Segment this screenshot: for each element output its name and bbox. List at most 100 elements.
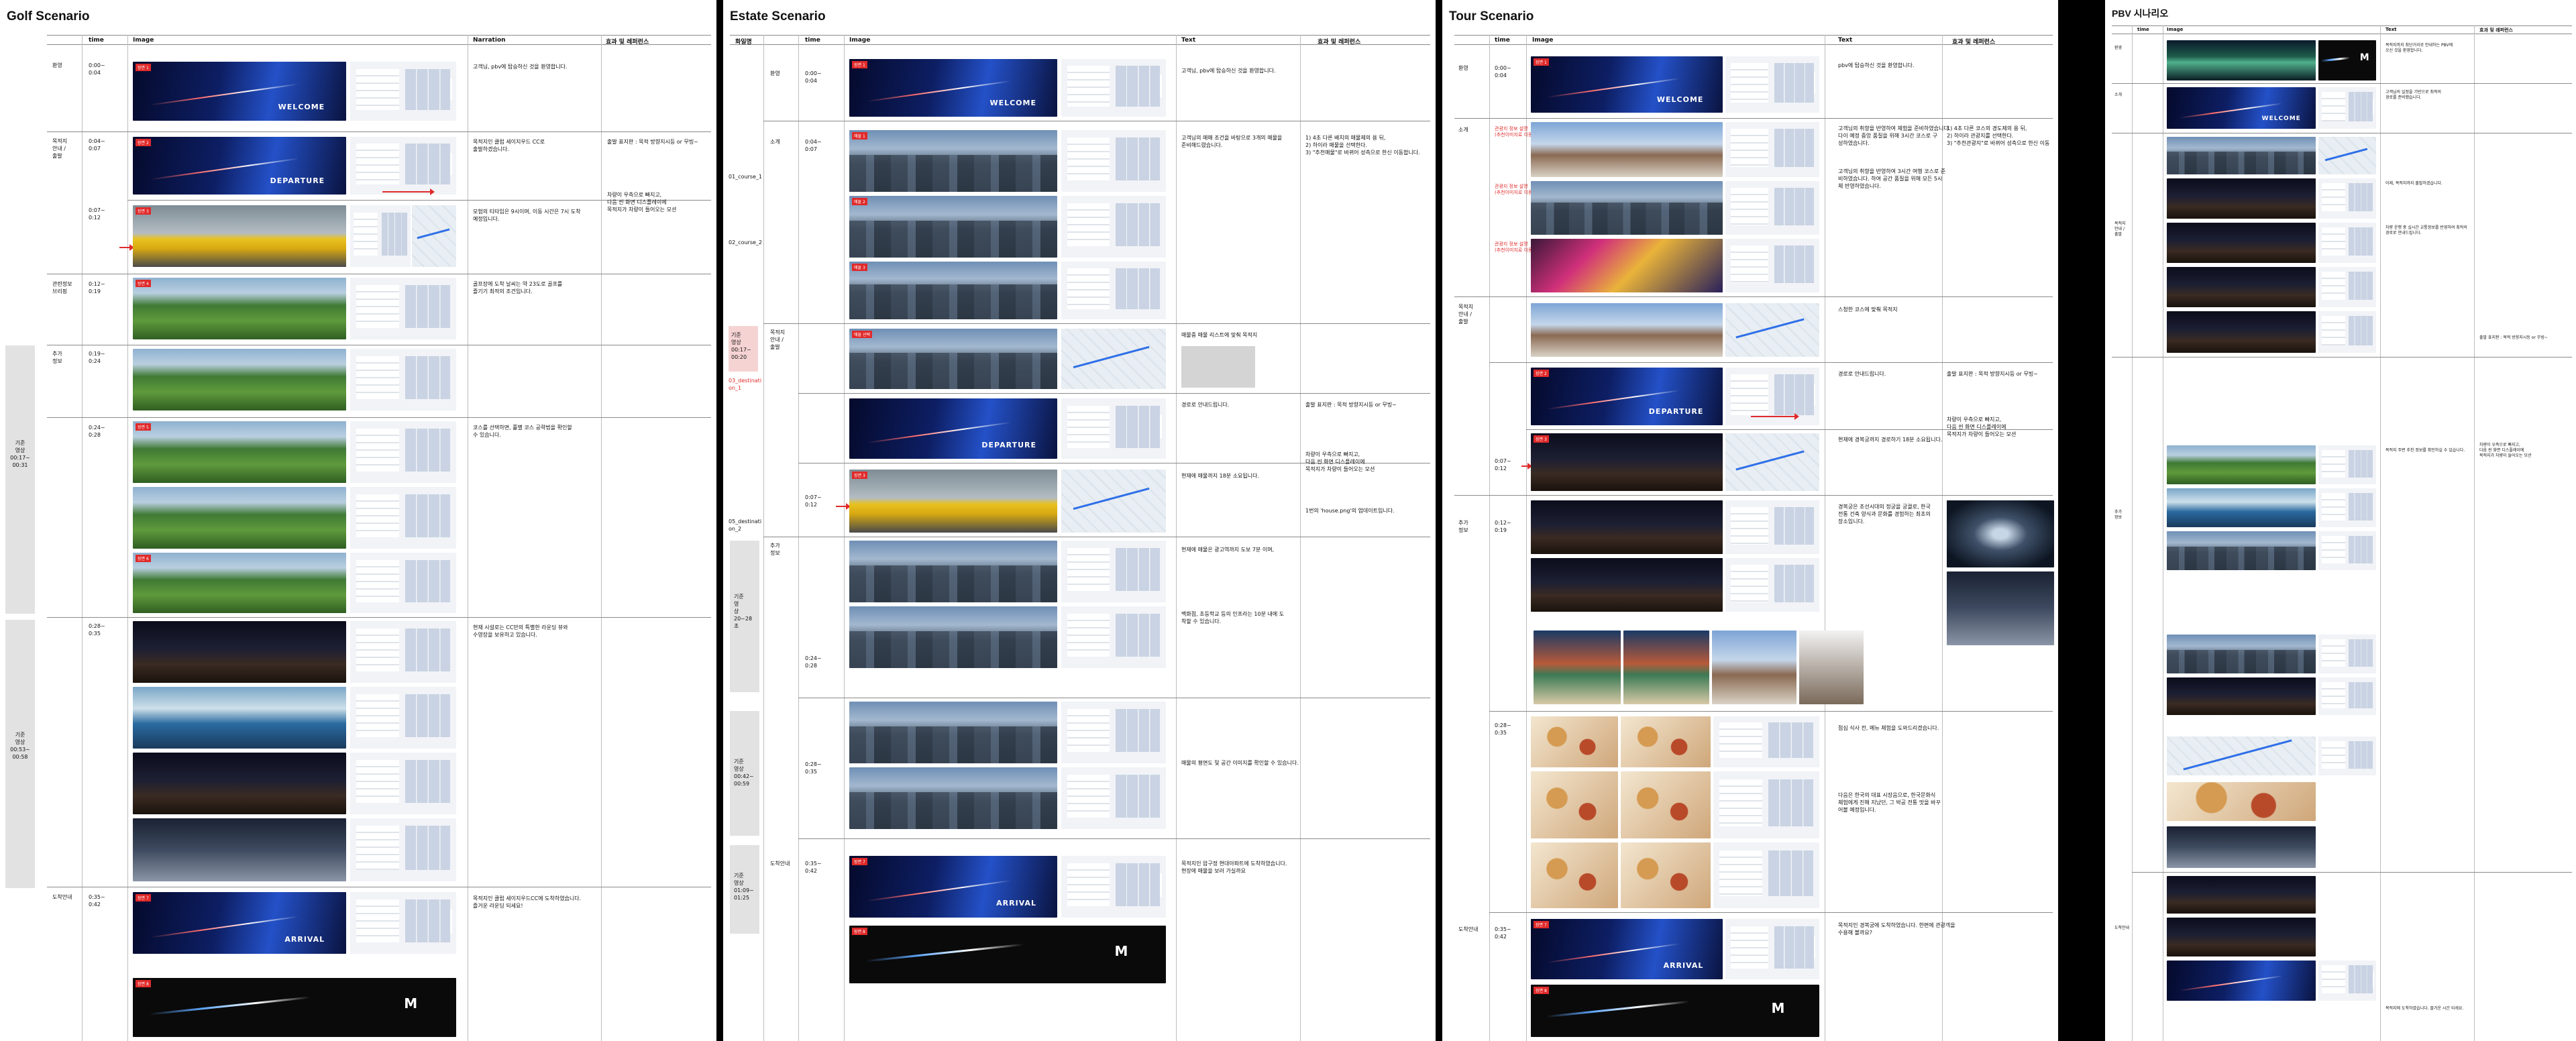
route-map-image: [1725, 303, 1819, 357]
pbv-row-text: 목적지에 도착하였습니다. 즐거운 시간 되세요.: [2385, 1006, 2464, 1011]
golf-header-image: Image: [133, 37, 154, 44]
estate-row-time: 0:35~ 0:42: [805, 861, 822, 874]
tour-row-text: 다음은 한국의 대표 시장음으로, 한국문화식 체험에게 진해 지났던, 그 박…: [1838, 792, 1941, 813]
pbv-ui-image: [1061, 398, 1166, 459]
golf-header-effect: 효과 및 레퍼런스: [606, 39, 649, 46]
golf-row-time: 0:24~ 0:28: [89, 425, 105, 438]
estate-row-text: 매물의 평면도 및 공간 이미지를 확인할 수 있습니다.: [1181, 760, 1299, 766]
pbv-effect-note: 차량이 우측으로 빠지고, 다음 씬 화면 디스플레이에 목적지가 차량이 들어…: [2479, 443, 2532, 458]
estate-file-label: 02_course_2: [729, 239, 763, 245]
tour-row-section: 도착안내: [1458, 926, 1479, 932]
estate-file-label: 01_course_1: [729, 174, 763, 180]
weather-ui-image: [350, 278, 456, 339]
floorplan-ui-image: [1061, 702, 1166, 763]
pbv-header-effect: 효과 및 레퍼런스: [2479, 28, 2513, 33]
clubhouse-image: [133, 621, 346, 683]
arrival-screen-image: 장면 7 ARRIVAL: [133, 892, 346, 954]
route-ui-image: [2318, 178, 2376, 219]
route-map-image: [2318, 137, 2376, 174]
pbv-row-section: 도착안내: [2114, 926, 2130, 930]
estate-row-time: 0:28~ 0:35: [805, 761, 822, 775]
estate-row-time: 0:00~ 0:04: [805, 70, 822, 84]
tour-row-time: 0:12~ 0:19: [1495, 520, 1511, 533]
estate-row-time: 0:24~ 0:28: [805, 655, 822, 669]
estate-row-section: 추가 정보: [770, 543, 780, 556]
route-map-image: [2167, 736, 2316, 775]
golf-row-section: 목적지 안내 / 출발: [52, 138, 68, 159]
tour-effect-note: 출발 표지판 : 목적 방향지시등 or 무빙~: [1947, 371, 2038, 377]
golf-side-label-1: 기준 영상 00:17~ 00:31: [10, 440, 30, 468]
brand-logo-screen: 장면 8M: [849, 926, 1166, 983]
tour-ui-image: [1725, 181, 1819, 235]
departure-screen-image: 장면 2 DEPARTURE: [1531, 368, 1723, 425]
brand-logo-screen: 장면 8M: [1531, 985, 1819, 1037]
route-ui-image: [2318, 311, 2376, 353]
golf-row-text: 모험의 티타임은 9시이며, 이동 시간은 7시 도착 예정입니다.: [473, 209, 581, 222]
pool-image: [133, 687, 346, 749]
palace-night-image: [1531, 500, 1723, 554]
estate-panel: Estate Scenario 화일명 time Image Text 효과 및…: [723, 0, 1436, 1041]
apartment-city-image: 매물 3: [849, 262, 1057, 319]
pbv-panel: PBV 시나리오 time Image Text 효과 및 레퍼런스 환영 M …: [2105, 0, 2576, 1041]
estate-side-label: 기준 영상 00:17~ 00:20: [731, 332, 751, 360]
tour-row-section: 환영: [1458, 65, 1468, 71]
tour-row-text: 점심 식사 전, 메뉴 체험을 도와드리겠습니다.: [1838, 725, 1939, 731]
menu-ui-image: [1713, 771, 1819, 838]
estate-side-label: 기준 영 상 20~28 초: [734, 594, 753, 629]
welcome-screen-image: 장면 1 WELCOME: [133, 62, 346, 121]
golf-row-time: 0:07~ 0:12: [89, 207, 105, 221]
pbv-row-section: 목적지 안내 / 출발: [2114, 221, 2126, 237]
facility-ui-image: [350, 753, 456, 814]
pbv-ui-image: [350, 892, 456, 954]
tour-header-effect: 효과 및 레퍼런스: [1952, 39, 1996, 46]
golf-panel: Golf Scenario time Image Narration 효과 및 …: [0, 0, 716, 1041]
tour-row-text: 스청한 코스에 맞춰 목적지: [1838, 307, 1898, 313]
taxi-street-image: 장면 3: [849, 470, 1057, 533]
tour-ui-image: [1725, 239, 1819, 292]
info-ui-image: [2318, 635, 2376, 673]
estate-row-time: 0:07~ 0:12: [805, 494, 822, 508]
pbv-row-text: 이제, 목적지까지 출발하겠습니다.: [2385, 181, 2443, 186]
seoul-skyline-image: [2167, 635, 2316, 673]
welcome-screen-image: WELCOME: [2167, 87, 2316, 129]
pbv-header-image: Image: [2167, 27, 2184, 32]
info-ui-image: [2318, 531, 2376, 570]
estate-header-image: Image: [849, 37, 871, 44]
golf-row-text: 고객님, pbv에 탑승하신 것을 환영합니다.: [473, 64, 568, 70]
route-map-image: [1725, 433, 1819, 491]
estate-title: Estate Scenario: [730, 9, 826, 23]
route-map-image: [1061, 329, 1166, 389]
tour-ui-image: [1725, 122, 1819, 177]
pbv-ui-image: [350, 137, 456, 195]
golf-row-time: 0:35~ 0:42: [89, 894, 105, 908]
road-image: [2167, 178, 2316, 219]
estate-header-effect: 효과 및 레퍼런스: [1318, 39, 1361, 46]
pbv-ui-image: [1061, 59, 1166, 117]
hole-ui-image: [350, 487, 456, 549]
route-map-image: [412, 205, 456, 267]
interior-image: [2167, 826, 2316, 868]
motion-arrow: [382, 188, 435, 195]
palace-image: [1531, 122, 1723, 177]
tour-header-text: Text: [1838, 37, 1853, 44]
palace-image: [1531, 303, 1723, 357]
tour-row-time: 0:28~ 0:35: [1495, 722, 1511, 736]
tour-header-image: Image: [1532, 37, 1554, 44]
golf-row-time: 0:00~ 0:04: [89, 62, 105, 76]
golf-row-text: 현재 시설로는 CC만의 특별한 라운딩 뷰와 수영장을 보유하고 있습니다.: [473, 624, 568, 638]
info-ui-image: [2318, 488, 2376, 527]
tour-effect-note: 1) 4초 다른 코스의 경도제의 용 뒤, 2) 하이라 관광지를 선택한다.…: [1947, 125, 2050, 146]
arrival-screen-image: 장면 7 ARRIVAL: [1531, 919, 1723, 979]
tour-ui-image: [1725, 558, 1819, 612]
apartment-complex-image: [849, 702, 1057, 763]
menu-ui-image: [1713, 716, 1819, 767]
estate-side-label: 기준 영상 01:09~ 01:25: [734, 873, 754, 901]
palace-roof-image: [1799, 631, 1864, 704]
info-ui-image: [2318, 445, 2376, 484]
estate-file-label: 05_destinati on_2: [729, 518, 762, 532]
route-ui-image: [2318, 267, 2376, 307]
tour-title: Tour Scenario: [1449, 9, 1534, 23]
tour-row-text: 경로로 안내드립니다.: [1838, 371, 1886, 377]
infra-ui-image: [1061, 606, 1166, 668]
night-view-image: [2167, 876, 2316, 914]
